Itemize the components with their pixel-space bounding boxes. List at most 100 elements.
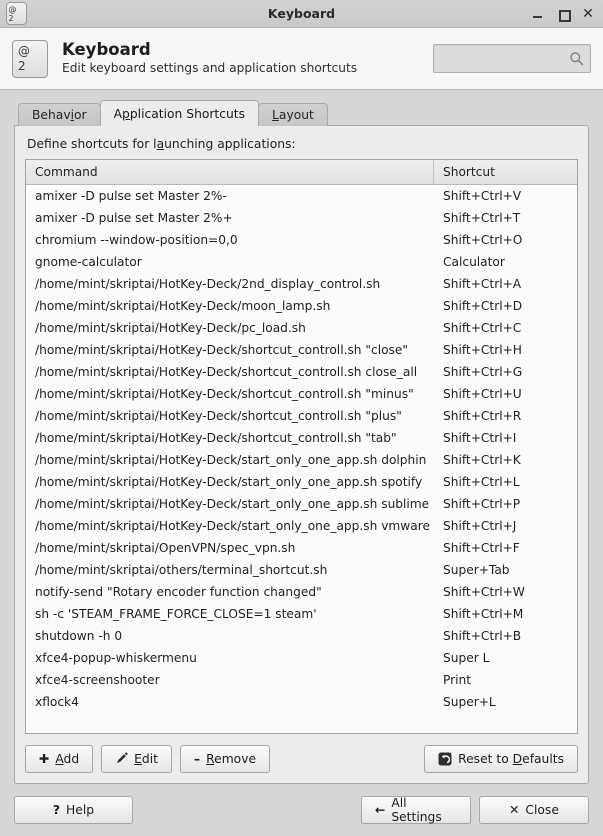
cell-shortcut: Shift+Ctrl+R [443,409,522,423]
remove-button-label: Remove [206,751,257,766]
search-input[interactable] [441,50,569,67]
dialog-header: @ 2 Keyboard Edit keyboard settings and … [0,28,603,90]
tab-strip: Behavior Application Shortcuts Layout [14,100,589,126]
table-row[interactable]: sh -c 'STEAM_FRAME_FORCE_CLOSE=1 steam' S… [26,603,577,625]
keyboard-settings-window: @ 2 Keyboard ✕ @ 2 Keyboard Edit keyboar… [0,0,603,836]
remove-button[interactable]: – Remove [179,744,271,773]
cell-command: notify-send "Rotary encoder function cha… [35,585,322,599]
add-button[interactable]: ✚ Add [25,744,94,773]
table-row[interactable]: xfce4-screenshooter Print [26,669,577,691]
shortcuts-list[interactable]: Command Shortcut amixer -D pulse set Mas… [25,159,578,734]
page-title: Keyboard [62,40,151,59]
cell-shortcut: Shift+Ctrl+M [443,607,524,621]
cell-command: /home/mint/skriptai/HotKey-Deck/pc_load.… [35,321,306,335]
table-row[interactable]: /home/mint/skriptai/HotKey-Deck/2nd_disp… [26,273,577,295]
table-row[interactable]: /home/mint/skriptai/OpenVPN/spec_vpn.sh S… [26,537,577,559]
minus-icon: – [193,751,201,766]
pencil-icon [115,752,128,765]
table-row[interactable]: /home/mint/skriptai/HotKey-Deck/shortcut… [26,405,577,427]
tab-label: Application Shortcuts [113,106,246,121]
keyboard-key-icon: @ 2 [12,39,48,78]
dialog-bottom-bar: ? Help ← All Settings ✕ Close [0,784,603,836]
cell-shortcut: Calculator [443,255,505,269]
cell-command: xfce4-screenshooter [35,673,160,687]
cell-command: xfce4-popup-whiskermenu [35,651,197,665]
table-row[interactable]: xfce4-popup-whiskermenu Super L [26,647,577,669]
table-row[interactable]: shutdown -h 0 Shift+Ctrl+B [26,625,577,647]
cell-shortcut: Shift+Ctrl+A [443,277,522,291]
tab-application-shortcuts[interactable]: Application Shortcuts [99,100,260,126]
table-row[interactable]: /home/mint/skriptai/HotKey-Deck/start_on… [26,493,577,515]
edit-button-label: Edit [134,751,158,766]
column-header-command[interactable]: Command [26,160,434,184]
cell-shortcut: Shift+Ctrl+W [443,585,525,599]
all-settings-button-label: All Settings [391,796,442,824]
table-row[interactable]: /home/mint/skriptai/others/terminal_shor… [26,559,577,581]
table-row[interactable]: /home/mint/skriptai/HotKey-Deck/start_on… [26,471,577,493]
search-box[interactable] [433,44,591,73]
cell-shortcut: Shift+Ctrl+T [443,211,521,225]
plus-icon: ✚ [39,751,50,766]
cell-shortcut: Shift+Ctrl+C [443,321,522,335]
cell-command: gnome-calculator [35,255,142,269]
cell-shortcut: Shift+Ctrl+D [443,299,523,313]
header-text-block: Keyboard Edit keyboard settings and appl… [62,40,433,77]
revert-icon [438,752,452,766]
table-row[interactable]: chromium --window-position=0,0 Shift+Ctrl… [26,229,577,251]
tab-label: Layout [272,108,314,122]
tab-behavior[interactable]: Behavior [18,103,101,126]
cell-command: chromium --window-position=0,0 [35,233,238,247]
minimize-icon[interactable] [532,7,544,21]
table-row[interactable]: xflock4 Super+L [26,691,577,713]
page-subtitle: Edit keyboard settings and application s… [62,61,358,75]
search-icon [569,51,584,66]
cell-shortcut: Super L [443,651,490,665]
edit-button[interactable]: Edit [101,744,172,773]
keycap-bottom-char: 2 [18,58,26,73]
table-row[interactable]: /home/mint/skriptai/HotKey-Deck/start_on… [26,515,577,537]
cell-shortcut: Shift+Ctrl+H [443,343,522,357]
cell-shortcut: Shift+Ctrl+F [443,541,520,555]
window-controls: ✕ [532,7,603,22]
all-settings-button[interactable]: ← All Settings [361,796,471,824]
add-button-label: Add [55,751,80,766]
table-row[interactable]: /home/mint/skriptai/HotKey-Deck/shortcut… [26,427,577,449]
help-button[interactable]: ? Help [14,796,133,824]
reset-to-defaults-button[interactable]: Reset to Defaults [424,744,578,773]
table-row[interactable]: /home/mint/skriptai/HotKey-Deck/pc_load.… [26,317,577,339]
window-titlebar: @ 2 Keyboard ✕ [0,0,603,28]
table-row[interactable]: /home/mint/skriptai/HotKey-Deck/shortcut… [26,339,577,361]
table-row[interactable]: amixer -D pulse set Master 2%- Shift+Ctrl… [26,185,577,207]
cell-shortcut: Shift+Ctrl+U [443,387,522,401]
cell-command: /home/mint/skriptai/HotKey-Deck/start_on… [35,519,430,533]
cell-command: xflock4 [35,695,79,709]
table-row[interactable]: amixer -D pulse set Master 2%+ Shift+Ctrl… [26,207,577,229]
table-row[interactable]: /home/mint/skriptai/HotKey-Deck/shortcut… [26,383,577,405]
cell-command: amixer -D pulse set Master 2%+ [35,211,233,225]
list-action-buttons: ✚ Add Edit – Remove Reset to Defaults [25,744,578,773]
table-row[interactable]: /home/mint/skriptai/HotKey-Deck/moon_lam… [26,295,577,317]
cell-command: /home/mint/skriptai/others/terminal_shor… [35,563,328,577]
cell-shortcut: Shift+Ctrl+G [443,365,523,379]
table-row[interactable]: notify-send "Rotary encoder function cha… [26,581,577,603]
panel-description: Define shortcuts for launching applicati… [27,137,296,151]
list-column-headers: Command Shortcut [26,160,577,185]
table-row[interactable]: /home/mint/skriptai/HotKey-Deck/start_on… [26,449,577,471]
keyboard-key-icon: @ 2 [5,2,27,25]
table-row[interactable]: gnome-calculator Calculator [26,251,577,273]
tab-layout[interactable]: Layout [258,103,328,126]
cell-command: /home/mint/skriptai/HotKey-Deck/start_on… [35,475,423,489]
dialog-content: Behavior Application Shortcuts Layout Defi… [0,90,603,784]
tab-panel-application-shortcuts: Define shortcuts for launching applicati… [14,125,589,784]
maximize-icon[interactable] [557,7,571,22]
close-button[interactable]: ✕ Close [479,796,589,824]
column-header-shortcut[interactable]: Shortcut [434,160,577,184]
close-x-icon: ✕ [509,803,520,817]
cell-command: /home/mint/skriptai/HotKey-Deck/2nd_disp… [35,277,381,291]
cell-command: /home/mint/skriptai/OpenVPN/spec_vpn.sh [35,541,296,555]
cell-shortcut: Shift+Ctrl+B [443,629,522,643]
header-icon: @ 2 [12,39,48,78]
cell-shortcut: Shift+Ctrl+J [443,519,517,533]
table-row[interactable]: /home/mint/skriptai/HotKey-Deck/shortcut… [26,361,577,383]
close-icon[interactable]: ✕ [582,7,594,21]
